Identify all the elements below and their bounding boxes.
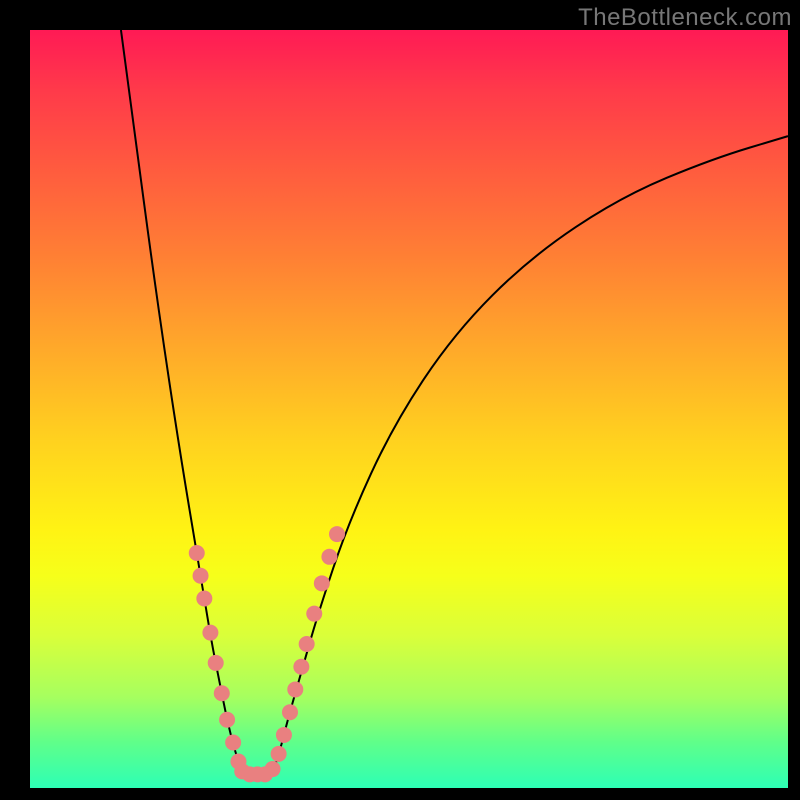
marker-point bbox=[282, 704, 298, 720]
marker-point bbox=[271, 746, 287, 762]
series-left-curve bbox=[121, 30, 242, 773]
marker-point bbox=[287, 681, 303, 697]
marker-point bbox=[202, 625, 218, 641]
marker-point bbox=[276, 727, 292, 743]
marker-point bbox=[189, 545, 205, 561]
series-right-curve bbox=[273, 136, 788, 773]
marker-point bbox=[208, 655, 224, 671]
marker-point bbox=[214, 685, 230, 701]
marker-point bbox=[193, 568, 209, 584]
marker-point bbox=[293, 659, 309, 675]
marker-layer bbox=[189, 526, 345, 782]
marker-point bbox=[314, 575, 330, 591]
marker-point bbox=[306, 606, 322, 622]
marker-point bbox=[219, 712, 235, 728]
marker-point bbox=[321, 549, 337, 565]
curves-svg bbox=[30, 30, 788, 788]
plot-area bbox=[30, 30, 788, 788]
marker-point bbox=[299, 636, 315, 652]
marker-point bbox=[225, 735, 241, 751]
marker-point bbox=[265, 761, 281, 777]
chart-frame: TheBottleneck.com bbox=[0, 0, 800, 800]
marker-point bbox=[329, 526, 345, 542]
watermark-text: TheBottleneck.com bbox=[578, 4, 792, 32]
marker-point bbox=[196, 591, 212, 607]
